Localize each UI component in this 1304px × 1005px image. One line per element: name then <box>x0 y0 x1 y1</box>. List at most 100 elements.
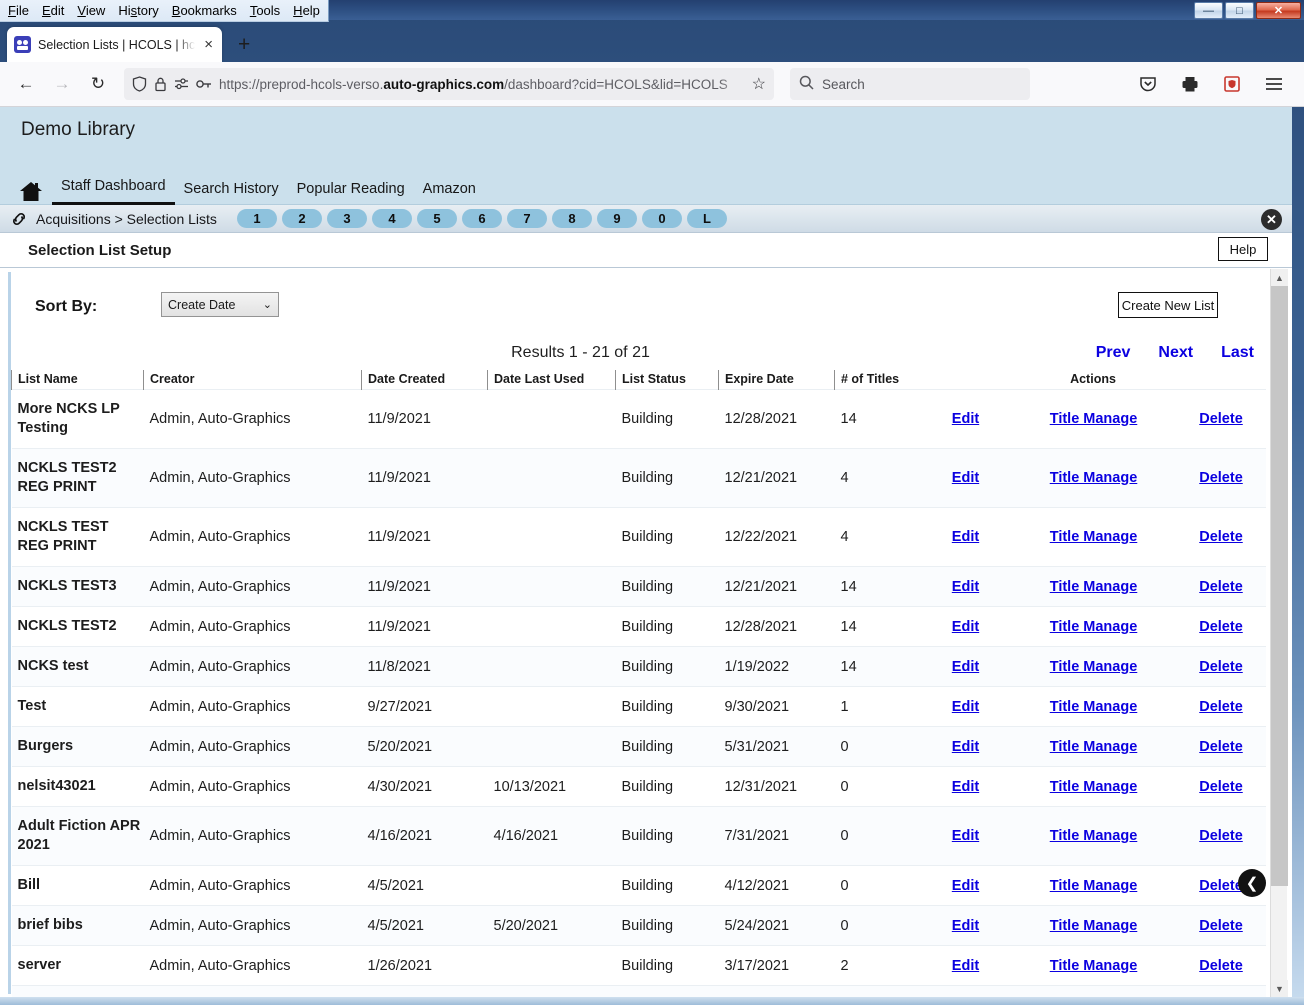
delete-link[interactable]: Delete <box>1199 779 1243 795</box>
page-pill-7[interactable]: 7 <box>506 209 547 228</box>
delete-link[interactable]: Delete <box>1199 659 1243 675</box>
close-window-button[interactable]: ✕ <box>1256 2 1301 19</box>
delete-link[interactable]: Delete <box>1199 529 1243 545</box>
browser-tab[interactable]: Selection Lists | HCOLS | hcols | × <box>7 27 222 62</box>
delete-link[interactable]: Delete <box>1199 411 1243 427</box>
page-pill-l[interactable]: L <box>686 209 727 228</box>
close-panel-icon[interactable]: ✕ <box>1261 209 1282 230</box>
bookmark-star-icon[interactable]: ☆ <box>752 74 766 94</box>
edit-link[interactable]: Edit <box>952 470 979 486</box>
menu-history[interactable]: History <box>118 3 158 18</box>
collapse-sidebar-button[interactable]: ❮ <box>1238 869 1266 897</box>
menu-tools[interactable]: Tools <box>250 3 280 18</box>
title-manage-link[interactable]: Title Manage <box>1050 470 1138 486</box>
new-tab-button[interactable]: + <box>238 34 250 55</box>
title-manage-link[interactable]: Title Manage <box>1050 619 1138 635</box>
page-pill-6[interactable]: 6 <box>461 209 502 228</box>
edit-link[interactable]: Edit <box>952 878 979 894</box>
nav-item-search-history[interactable]: Search History <box>175 181 288 205</box>
page-pill-2[interactable]: 2 <box>281 209 322 228</box>
col-date-created[interactable]: Date Created <box>361 370 488 390</box>
title-manage-link[interactable]: Title Manage <box>1050 699 1138 715</box>
delete-link[interactable]: Delete <box>1199 739 1243 755</box>
sort-by-select[interactable]: Create Date ⌄ <box>161 292 279 317</box>
title-manage-link[interactable]: Title Manage <box>1050 579 1138 595</box>
nav-item-staff-dashboard[interactable]: Staff Dashboard <box>52 178 175 205</box>
delete-link[interactable]: Delete <box>1199 878 1243 894</box>
delete-link[interactable]: Delete <box>1199 619 1243 635</box>
pocket-icon[interactable] <box>1132 68 1164 100</box>
last-link[interactable]: Last <box>1221 344 1254 362</box>
browser-search-box[interactable]: Search <box>790 68 1030 100</box>
scroll-down-icon[interactable]: ▼ <box>1271 980 1288 997</box>
menu-view[interactable]: View <box>77 3 105 18</box>
next-link[interactable]: Next <box>1158 344 1193 362</box>
minimize-button[interactable]: — <box>1194 2 1223 19</box>
col-creator[interactable]: Creator <box>143 370 362 390</box>
edit-link[interactable]: Edit <box>952 659 979 675</box>
permissions-icon[interactable] <box>174 77 189 91</box>
col-expire-date[interactable]: Expire Date <box>718 370 835 390</box>
col-date-last-used[interactable]: Date Last Used <box>487 370 616 390</box>
create-new-list-button[interactable]: Create New List <box>1118 292 1218 318</box>
edit-link[interactable]: Edit <box>952 779 979 795</box>
title-manage-link[interactable]: Title Manage <box>1050 411 1138 427</box>
title-manage-link[interactable]: Title Manage <box>1050 918 1138 934</box>
edit-link[interactable]: Edit <box>952 828 979 844</box>
page-pill-1[interactable]: 1 <box>236 209 277 228</box>
edit-link[interactable]: Edit <box>952 529 979 545</box>
page-pill-5[interactable]: 5 <box>416 209 457 228</box>
edit-link[interactable]: Edit <box>952 699 979 715</box>
menu-file[interactable]: FFileile <box>8 3 29 18</box>
title-manage-link[interactable]: Title Manage <box>1050 739 1138 755</box>
page-pill-4[interactable]: 4 <box>371 209 412 228</box>
page-pill-3[interactable]: 3 <box>326 209 367 228</box>
delete-link[interactable]: Delete <box>1199 470 1243 486</box>
maximize-button[interactable]: □ <box>1225 2 1254 19</box>
edit-link[interactable]: Edit <box>952 579 979 595</box>
page-pill-0[interactable]: 0 <box>641 209 682 228</box>
edit-link[interactable]: Edit <box>952 411 979 427</box>
content-vertical-scrollbar[interactable]: ▲ ▼ <box>1270 269 1288 997</box>
title-manage-link[interactable]: Title Manage <box>1050 828 1138 844</box>
edit-link[interactable]: Edit <box>952 739 979 755</box>
url-bar[interactable]: https://preprod-hcols-verso.auto-graphic… <box>124 68 774 100</box>
forward-icon[interactable]: → <box>46 68 78 100</box>
help-button[interactable]: Help <box>1218 237 1268 261</box>
scrollbar-thumb[interactable] <box>1271 286 1288 886</box>
title-manage-link[interactable]: Title Manage <box>1050 659 1138 675</box>
title-manage-link[interactable]: Title Manage <box>1050 779 1138 795</box>
nav-item-popular-reading[interactable]: Popular Reading <box>288 181 414 205</box>
page-pill-9[interactable]: 9 <box>596 209 637 228</box>
scroll-up-icon[interactable]: ▲ <box>1271 269 1288 286</box>
delete-link[interactable]: Delete <box>1199 958 1243 974</box>
col-list-name[interactable]: List Name <box>11 370 144 390</box>
edit-link[interactable]: Edit <box>952 958 979 974</box>
delete-link[interactable]: Delete <box>1199 828 1243 844</box>
title-manage-link[interactable]: Title Manage <box>1050 958 1138 974</box>
adblock-icon[interactable] <box>1216 68 1248 100</box>
edit-link[interactable]: Edit <box>952 619 979 635</box>
prev-link[interactable]: Prev <box>1096 344 1131 362</box>
col-num-titles[interactable]: # of Titles <box>834 370 915 390</box>
back-icon[interactable]: ← <box>10 68 42 100</box>
menu-edit[interactable]: Edit <box>42 3 64 18</box>
title-manage-link[interactable]: Title Manage <box>1050 529 1138 545</box>
title-manage-link[interactable]: Title Manage <box>1050 878 1138 894</box>
menu-bookmarks[interactable]: Bookmarks <box>172 3 237 18</box>
print-icon[interactable] <box>1174 68 1206 100</box>
url-text[interactable]: https://preprod-hcols-verso.auto-graphic… <box>219 77 745 92</box>
page-pill-8[interactable]: 8 <box>551 209 592 228</box>
edit-link[interactable]: Edit <box>952 918 979 934</box>
hamburger-menu-icon[interactable] <box>1258 68 1290 100</box>
home-icon[interactable] <box>18 179 44 205</box>
breadcrumb[interactable]: Acquisitions > Selection Lists <box>36 211 217 227</box>
reload-icon[interactable]: ↻ <box>82 68 114 100</box>
col-list-status[interactable]: List Status <box>615 370 719 390</box>
tab-close-icon[interactable]: × <box>202 37 215 52</box>
nav-item-amazon[interactable]: Amazon <box>414 181 485 205</box>
menu-help[interactable]: Help <box>293 3 320 18</box>
delete-link[interactable]: Delete <box>1199 918 1243 934</box>
delete-link[interactable]: Delete <box>1199 699 1243 715</box>
key-icon[interactable] <box>196 78 212 90</box>
